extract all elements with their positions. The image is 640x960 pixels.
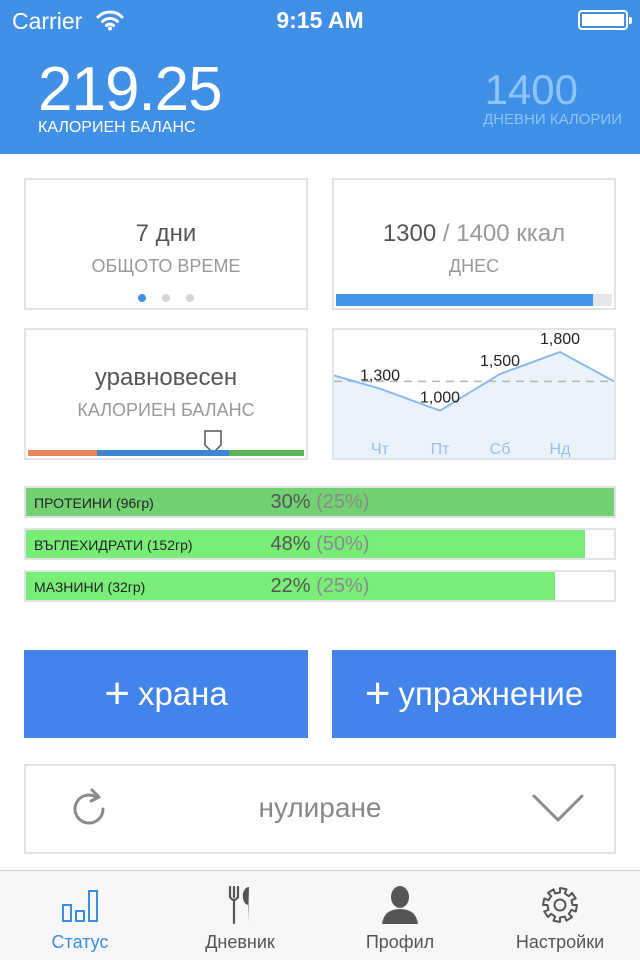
add-exercise-button[interactable]: + упражнение <box>332 650 616 738</box>
page-dot <box>138 294 146 302</box>
tab-profile-label: Профил <box>365 932 435 952</box>
chart-x-tick-label: Пт <box>431 441 451 458</box>
today-progress-fill <box>336 294 593 306</box>
macro-percent: 48% (50%) <box>26 533 614 556</box>
page-indicator[interactable] <box>26 294 306 302</box>
tab-diary-label: Дневник <box>205 932 275 952</box>
scale-segment-high <box>229 450 304 456</box>
today-progress-bar <box>336 294 612 306</box>
weekly-calories-chart-card[interactable]: 1,300 Чт 1,000 Пт 1,500 Сб 1,800 Нд <box>332 328 616 460</box>
daily-calories-label: ДНЕВНИ КАЛОРИИ <box>483 111 622 128</box>
chart-data-label: 1,000 <box>420 390 460 407</box>
weekly-calories-chart: 1,300 Чт 1,000 Пт 1,500 Сб 1,800 Нд <box>334 331 614 458</box>
total-time-card[interactable]: 7 дни ОБЩОТО ВРЕМЕ <box>24 178 308 310</box>
today-calories: 1300 / 1400 ккал <box>334 220 614 248</box>
scale-segment-balanced <box>97 450 230 456</box>
header: Carrier 9:15 AM 219.25 КАЛОРИЕН БАЛАНС 1… <box>0 0 640 154</box>
page-dot <box>162 294 170 302</box>
tab-settings-label: Настройки <box>515 932 605 952</box>
chart-data-label: 1,500 <box>480 353 520 370</box>
macro-bar: ВЪГЛЕХИДРАТИ (152гр) 48% (50%) <box>24 528 616 560</box>
macro-target-percent: (25%) <box>316 491 370 513</box>
plus-icon: + <box>364 669 391 718</box>
gear-icon <box>542 887 578 923</box>
macro-percent: 30% (25%) <box>26 491 614 514</box>
balance-status-card[interactable]: уравновесен КАЛОРИЕН БАЛАНС <box>24 328 308 460</box>
daily-calories-value: 1400 <box>484 66 578 113</box>
clock: 9:15 AM <box>276 7 364 33</box>
today-label: ДНЕС <box>448 256 500 276</box>
chart-x-tick-label: Чт <box>371 441 390 458</box>
reset-label: нулиране <box>258 792 382 823</box>
reset-button[interactable]: нулиране <box>24 764 616 854</box>
today-card[interactable]: 1300 / 1400 ккал ДНЕС <box>332 178 616 310</box>
status-bar: Carrier 9:15 AM <box>0 0 640 40</box>
macro-actual-percent: 22% <box>270 575 311 597</box>
page-dot <box>186 294 194 302</box>
chart-data-label: 1,300 <box>360 368 400 385</box>
add-food-label: храна <box>137 675 228 712</box>
add-exercise-label: упражнение <box>398 675 584 712</box>
tab-status[interactable]: Статус <box>0 871 160 960</box>
person-icon <box>382 886 418 924</box>
chart-data-label: 1,800 <box>540 331 580 348</box>
total-time-label: ОБЩОТО ВРЕМЕ <box>91 256 241 276</box>
balance-scale-bar <box>28 450 304 456</box>
chart-x-tick-label: Сб <box>490 441 511 458</box>
scale-segment-low <box>28 450 97 456</box>
macro-bar: ПРОТЕИНИ (96гр) 30% (25%) <box>24 486 616 518</box>
today-separator: / <box>436 220 457 247</box>
balance-status-value: уравновесен <box>94 364 238 391</box>
total-time-value: 7 дни <box>135 220 197 247</box>
tab-bar: Статус Дневник Профил Настройки <box>0 870 640 960</box>
fork-knife-icon <box>228 885 249 925</box>
today-current: 1300 <box>382 220 437 247</box>
macro-actual-percent: 48% <box>270 533 311 555</box>
macro-target-percent: (25%) <box>316 575 370 597</box>
tab-profile[interactable]: Профил <box>320 871 480 960</box>
balance-status-label: КАЛОРИЕН БАЛАНС <box>77 400 255 420</box>
macro-bar: МАЗНИНИ (32гр) 22% (25%) <box>24 570 616 602</box>
tab-diary[interactable]: Дневник <box>160 871 320 960</box>
chart-x-tick-label: Нд <box>550 441 572 458</box>
chevron-down-icon[interactable] <box>532 794 584 824</box>
bar-chart-icon <box>62 890 98 922</box>
macro-percent: 22% (25%) <box>26 575 614 598</box>
calorie-balance-label: КАЛОРИЕН БАЛАНС <box>38 119 196 136</box>
battery-icon <box>578 10 632 30</box>
add-food-button[interactable]: + храна <box>24 650 308 738</box>
tab-settings[interactable]: Настройки <box>480 871 640 960</box>
calorie-balance-value: 219.25 <box>38 55 223 124</box>
tab-status-label: Статус <box>51 932 109 952</box>
macro-actual-percent: 30% <box>270 491 311 513</box>
plus-icon: + <box>104 669 130 718</box>
macro-target-percent: (50%) <box>316 533 370 555</box>
today-target: 1400 ккал <box>456 220 566 247</box>
